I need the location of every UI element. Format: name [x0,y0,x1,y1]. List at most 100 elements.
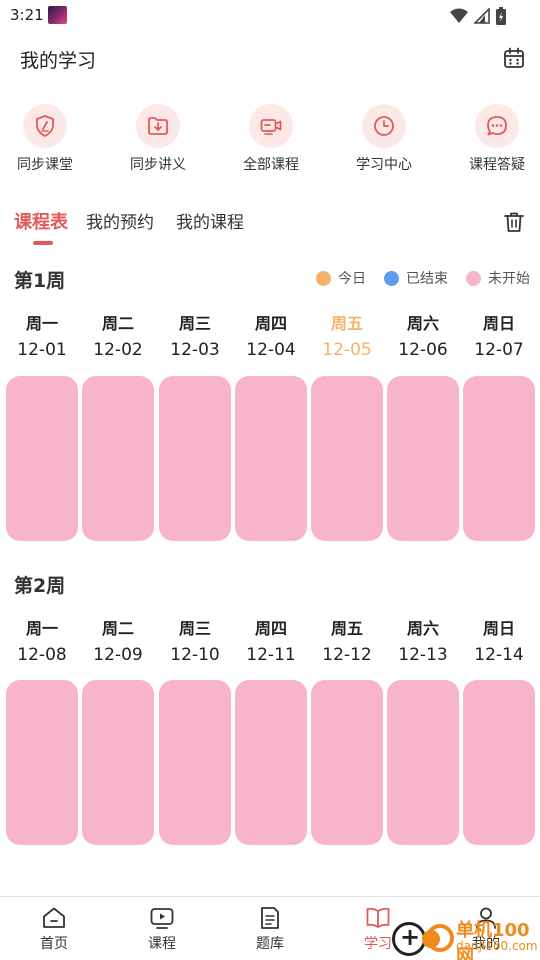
day-card[interactable] [311,680,383,845]
quick-nav-label: 同步课堂 [17,157,73,173]
day-header: 周五 12-12 [311,615,383,665]
day-card[interactable] [82,680,154,845]
day-name: 周一 [25,619,58,638]
tab-bar: 课程表 我的预约 我的课程 [0,200,540,250]
day-card[interactable] [6,680,78,845]
week-1: 第1周 今日 已结束 未开始 周一 12-01 周二 12-02 周三 12-0… [0,266,540,546]
day-date: 12-12 [322,645,372,665]
trash-icon[interactable] [502,210,526,234]
clock-icon [374,116,394,136]
day-header-today: 周五 12-05 [311,310,383,360]
day-card[interactable] [235,680,307,845]
quick-nav-icon-wrap [249,104,293,148]
day-name: 周三 [178,314,211,333]
day-date: 12-07 [474,340,524,360]
week-title: 第2周 [14,575,66,597]
day-card[interactable] [159,680,231,845]
day-card[interactable] [235,376,307,541]
day-header: 周二 12-09 [82,615,154,665]
book-open-icon [366,907,390,928]
day-header: 周四 12-04 [235,310,307,360]
quick-nav-all-courses[interactable]: 全部课程 [226,104,316,174]
day-name: 周二 [101,314,134,333]
day-card[interactable] [159,376,231,541]
day-card[interactable] [387,680,459,845]
day-name: 周二 [101,619,134,638]
day-date: 12-09 [93,645,143,665]
day-header: 周三 12-10 [159,615,231,665]
quick-nav-label: 课程答疑 [469,157,525,173]
bottom-nav-question-bank[interactable]: 题库 [230,905,310,953]
day-date: 12-13 [398,645,448,665]
day-card[interactable] [82,376,154,541]
tab-my-courses[interactable]: 我的课程 [176,208,244,233]
page-title: 我的学习 [20,50,97,72]
day-date: 12-03 [170,340,220,360]
battery-icon [496,7,506,25]
day-card[interactable] [311,376,383,541]
day-name: 周五 [330,314,363,333]
day-header: 周日 12-14 [463,615,535,665]
tab-schedule[interactable]: 课程表 [14,208,68,234]
calendar-icon[interactable] [502,46,526,70]
day-date: 12-08 [17,645,67,665]
bottom-nav-home[interactable]: 首页 [14,905,94,953]
day-card[interactable] [6,376,78,541]
day-name: 周四 [254,314,287,333]
watermark-orange-ring [426,924,454,952]
active-tab-indicator [33,241,53,245]
legend-ended: 已结束 [384,268,448,288]
bottom-nav-label: 首页 [40,936,68,952]
legend-label: 已结束 [406,271,448,287]
day-header: 周一 12-01 [6,310,78,360]
folder-download-icon [148,117,168,135]
legend-dot-today [316,270,331,286]
day-date: 12-05 [322,340,372,360]
day-header: 周二 12-02 [82,310,154,360]
quick-nav: 同步课堂 同步讲义 全部课程 学习中心 课程答疑 [0,104,540,184]
status-bar: 3:21 [0,0,540,32]
quick-nav-sync-handout[interactable]: 同步讲义 [113,104,203,174]
day-card[interactable] [463,680,535,845]
day-date: 12-06 [398,340,448,360]
legend-today: 今日 [316,268,366,288]
bottom-nav-label: 学习 [364,936,392,952]
tab-my-appointments[interactable]: 我的预约 [86,208,154,233]
header: 我的学习 [0,32,540,88]
day-card[interactable] [463,376,535,541]
day-header: 周一 12-08 [6,615,78,665]
day-name: 周四 [254,619,287,638]
signal-icon [474,8,490,24]
quick-nav-sync-class[interactable]: 同步课堂 [0,104,90,174]
notification-app-icon [48,6,67,24]
legend-label: 未开始 [488,271,530,287]
status-time: 3:21 [10,6,44,24]
quick-nav-label: 同步讲义 [130,157,186,173]
legend-dot-not-started [466,270,481,286]
day-name: 周日 [482,314,515,333]
day-header: 周三 12-03 [159,310,231,360]
legend: 今日 已结束 未开始 [316,268,530,288]
legend-not-started: 未开始 [466,268,530,288]
bottom-nav-label: 课程 [148,936,176,952]
day-date: 12-04 [246,340,296,360]
day-card[interactable] [387,376,459,541]
bottom-nav-courses[interactable]: 课程 [122,905,202,953]
video-play-icon [150,908,174,929]
day-header: 周六 12-13 [387,615,459,665]
day-header: 周四 12-11 [235,615,307,665]
day-date: 12-10 [170,645,220,665]
day-name: 周日 [482,619,515,638]
quick-nav-icon-wrap [475,104,519,148]
quick-nav-label: 学习中心 [356,157,412,173]
quick-nav-icon-wrap [362,104,406,148]
day-name: 周六 [406,619,439,638]
quick-nav-study-center[interactable]: 学习中心 [339,104,429,174]
day-date: 12-01 [17,340,67,360]
chat-bubble-icon [487,116,507,136]
quick-nav-course-qa[interactable]: 课程答疑 [452,104,540,174]
day-date: 12-02 [93,340,143,360]
week-2: 第2周 周一 12-08 周二 12-09 周三 12-10 周四 12-11 … [0,571,540,851]
quick-nav-icon-wrap [136,104,180,148]
watermark-name: 单机100网 [456,920,530,960]
